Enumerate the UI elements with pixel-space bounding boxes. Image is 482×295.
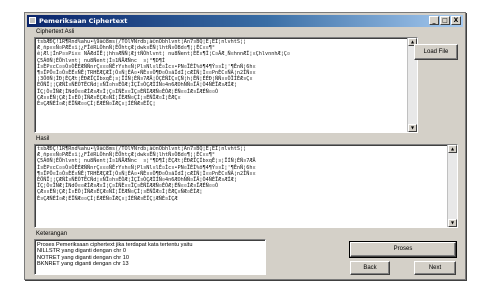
scroll-down-arrow-icon[interactable]: ▼ [408, 124, 417, 132]
proses-button[interactable]: Proses [349, 241, 457, 258]
maximize-button[interactable]: □ [440, 16, 450, 25]
window-controls: _ □ X [429, 16, 461, 25]
result-scrollbar[interactable]: ▲ ▼ [447, 145, 457, 227]
close-button[interactable]: X [451, 16, 461, 25]
window-title: Pemeriksaan Ciphertext [39, 17, 128, 25]
keterangan-content: Proses Pemeriksaan ciphertext jika terda… [37, 242, 193, 268]
keterangan-label: Keterangan [36, 231, 68, 237]
back-button[interactable]: Back [350, 261, 390, 275]
ciphertext-textbox[interactable]: tsbÆÐÇ!1R¶Rnd%ahu•¼9à©8ms(/TOl¥Nrdb¡à©nÒ… [34, 37, 418, 133]
minimize-button[interactable]: _ [429, 16, 439, 25]
main-window: Pemeriksaan Ciphertext _ □ X Ciphertext … [24, 12, 466, 280]
app-icon [29, 17, 36, 24]
ciphertext-content: tsbÆÐÇ!1R¶Rnd%ahu•¼9à©8ms(/TOl¥Nrdb¡à©nÒ… [37, 39, 290, 108]
result-content: tsbÆÐÇ!1R¶Rnd%ahu•¼9à©8ms(/TOl¥Nrdb¡à©nÒ… [37, 146, 256, 202]
keterangan-textbox[interactable]: Proses Pemeriksaan ciphertext jika terda… [34, 239, 266, 275]
load-file-button[interactable]: Load File [414, 44, 458, 60]
next-button[interactable]: Next [414, 261, 456, 275]
scroll-down-arrow-icon[interactable]: ▼ [448, 219, 457, 227]
result-textbox[interactable]: tsbÆÐÇ!1R¶Rnd%ahu•¼9à©8ms(/TOl¥Nrdb¡à©nÒ… [34, 144, 458, 228]
ciphertext-label: Ciphertext Asli [36, 29, 75, 35]
title-bar: Pemeriksaan Ciphertext _ □ X [27, 15, 463, 27]
scroll-up-arrow-icon[interactable]: ▲ [448, 145, 457, 153]
result-label: Hasil [36, 136, 50, 142]
